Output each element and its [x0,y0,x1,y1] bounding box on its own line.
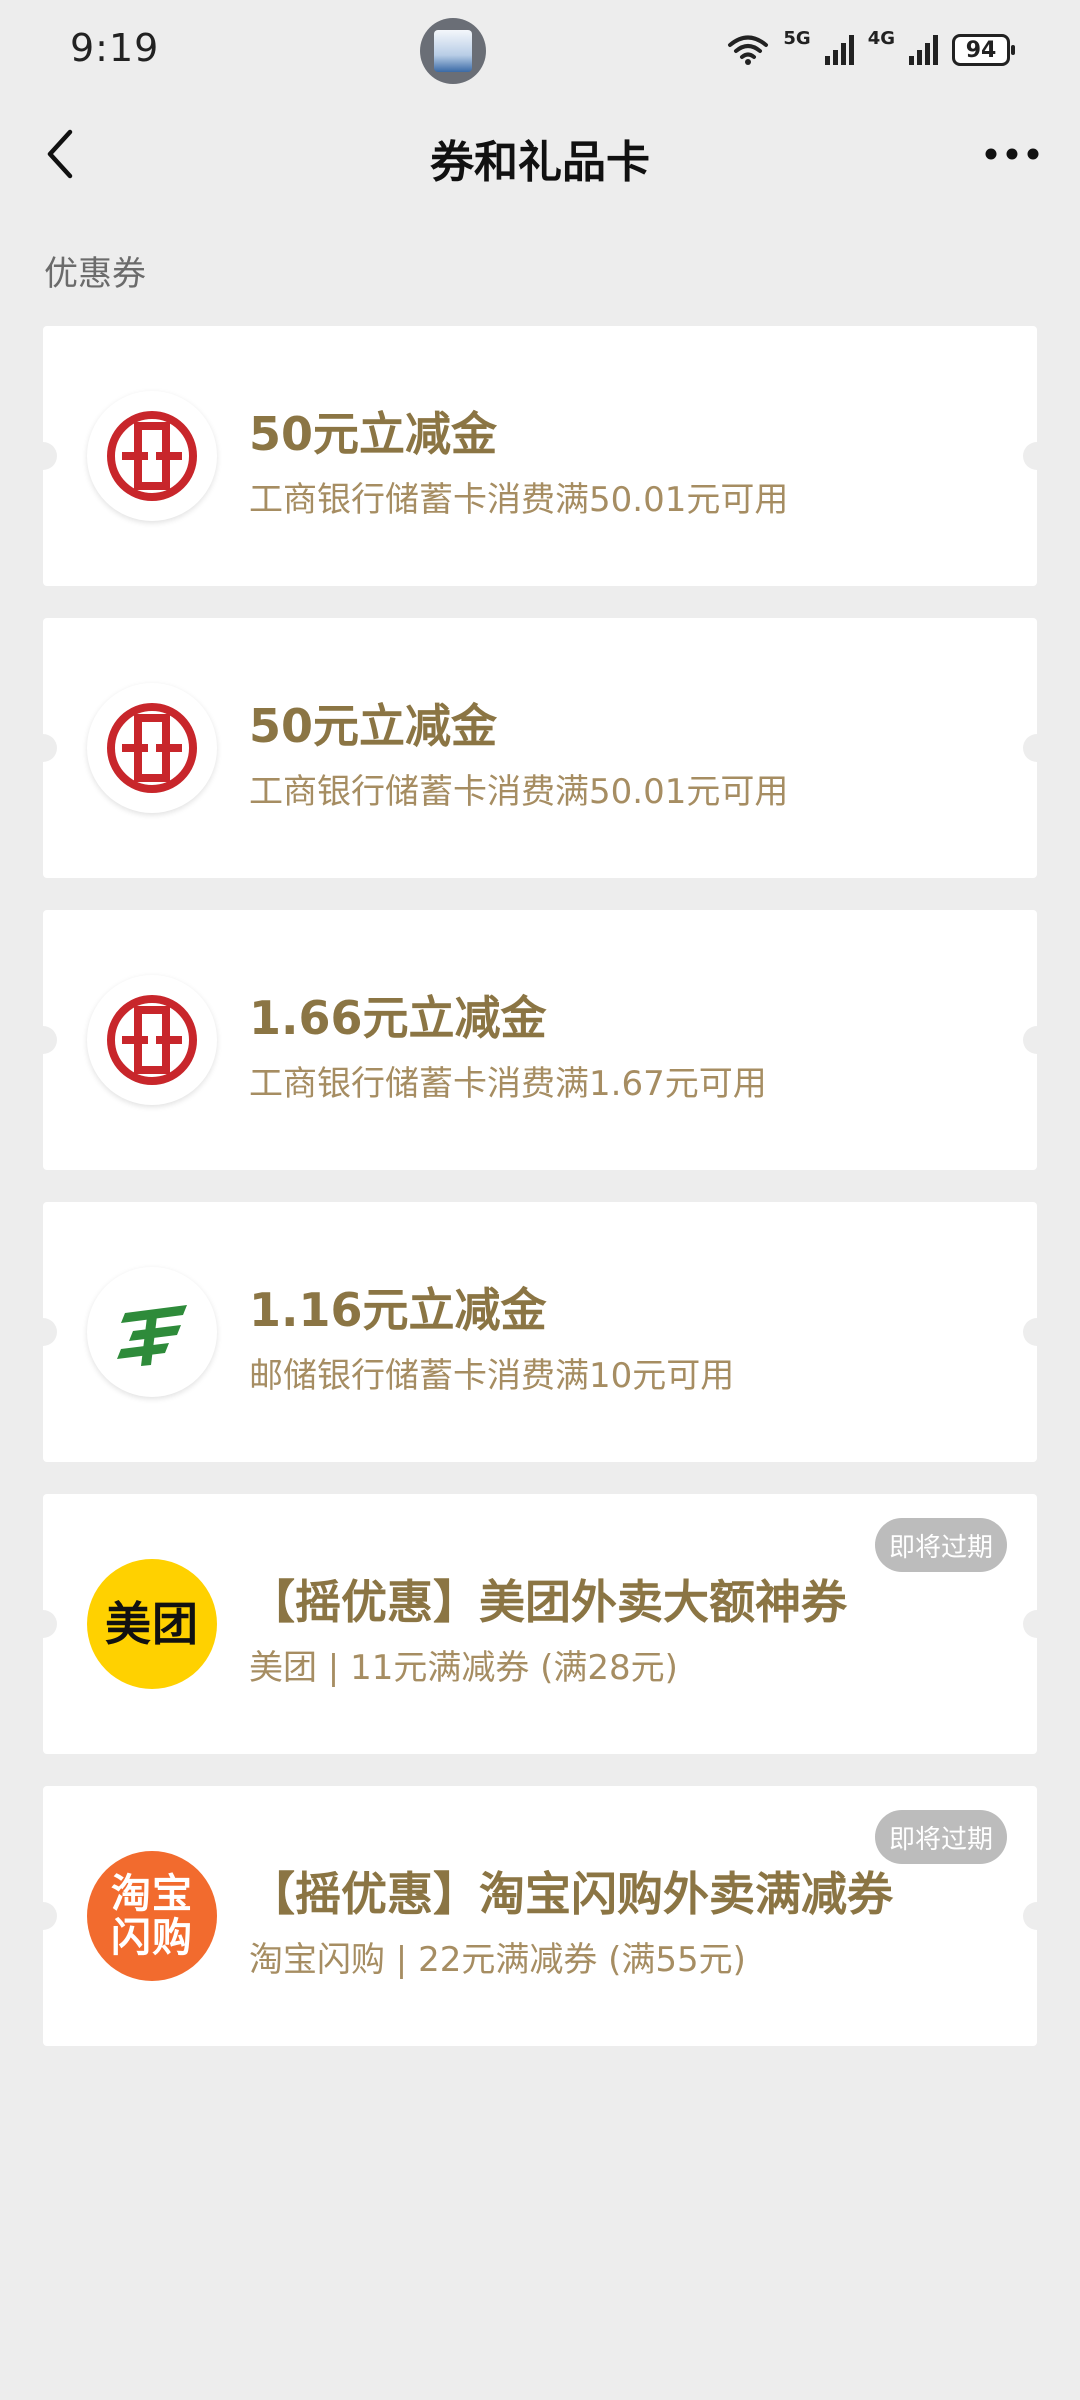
coupon-title: 1.66元立减金 [249,991,547,1045]
coupon-card[interactable]: 1.66元立减金 工商银行储蓄卡消费满1.67元可用 [29,910,1051,1170]
coupon-desc: 工商银行储蓄卡消费满50.01元可用 [249,772,789,812]
wifi-icon [728,35,769,65]
coupon-card[interactable]: 即将过期 淘宝 闪购 【摇优惠】淘宝闪购外卖满减券 淘宝闪购 | 22元满减券 … [29,1786,1051,2046]
coupon-card[interactable]: 1.16元立减金 邮储银行储蓄卡消费满10元可用 [29,1202,1051,1462]
expiry-badge: 即将过期 [874,1810,1007,1864]
expiry-badge: 即将过期 [874,1518,1007,1572]
icbc-logo-icon [87,975,217,1105]
coupon-title: 【摇优惠】美团外卖大额神券 [249,1575,847,1629]
signal-5g-icon [824,35,854,65]
taobao-logo-text-line2: 闪购 [111,1915,193,1961]
network-label-5g: 5G [783,27,811,49]
status-indicators: 5G 4G 94 [727,26,1015,74]
coupon-card[interactable]: 即将过期 美团 【摇优惠】美团外卖大额神券 美团 | 11元满减券 (满28元) [29,1494,1051,1754]
nav-bar: 券和礼品卡 [0,100,1080,212]
ticket-notch [1023,442,1051,470]
meituan-logo-text: 美团 [105,1596,199,1651]
section-label-coupons: 优惠券 [44,254,146,294]
app-notification-icon [420,18,486,84]
battery-level: 94 [965,37,997,63]
icbc-logo-icon [87,683,217,813]
coupon-desc: 美团 | 11元满减券 (满28元) [249,1648,678,1688]
ticket-notch [1023,1902,1051,1930]
psbc-logo-icon [87,1267,217,1397]
meituan-logo-icon: 美团 [87,1559,217,1689]
coupon-title: 50元立减金 [249,699,498,753]
coupon-desc: 邮储银行储蓄卡消费满10元可用 [249,1356,735,1396]
taobao-logo-text-line1: 淘宝 [111,1871,193,1917]
coupon-list: 50元立减金 工商银行储蓄卡消费满50.01元可用 50元立减金 工商银行储蓄卡… [29,326,1051,2078]
coupon-card[interactable]: 50元立减金 工商银行储蓄卡消费满50.01元可用 [29,618,1051,878]
coupon-title: 1.16元立减金 [249,1283,547,1337]
page-title: 券和礼品卡 [430,137,650,188]
signal-4g-icon [909,35,938,65]
coupon-title: 【摇优惠】淘宝闪购外卖满减券 [249,1867,893,1921]
more-horizontal-icon [985,148,1039,160]
icbc-logo-icon [87,391,217,521]
ticket-notch [1023,734,1051,762]
ticket-notch [29,442,57,470]
ticket-notch [29,1026,57,1054]
status-bar: 9:19 5G 4G 94 [0,0,1080,100]
more-button[interactable] [972,122,1052,186]
battery-icon: 94 [952,34,1015,66]
status-time: 9:19 [70,26,160,70]
ticket-notch [1023,1318,1051,1346]
ticket-notch [29,1902,57,1930]
ticket-notch [29,1318,57,1346]
coupon-desc: 工商银行储蓄卡消费满50.01元可用 [249,480,789,520]
ticket-notch [1023,1026,1051,1054]
coupon-title: 50元立减金 [249,407,498,461]
coupon-desc: 淘宝闪购 | 22元满减券 (满55元) [249,1940,746,1980]
network-label-4g: 4G [867,27,895,49]
ticket-notch [1023,1610,1051,1638]
taobao-flash-logo-icon: 淘宝 闪购 [87,1851,217,1981]
ticket-notch [29,1610,57,1638]
coupon-desc: 工商银行储蓄卡消费满1.67元可用 [249,1064,767,1104]
ticket-notch [29,734,57,762]
coupon-card[interactable]: 50元立减金 工商银行储蓄卡消费满50.01元可用 [29,326,1051,586]
